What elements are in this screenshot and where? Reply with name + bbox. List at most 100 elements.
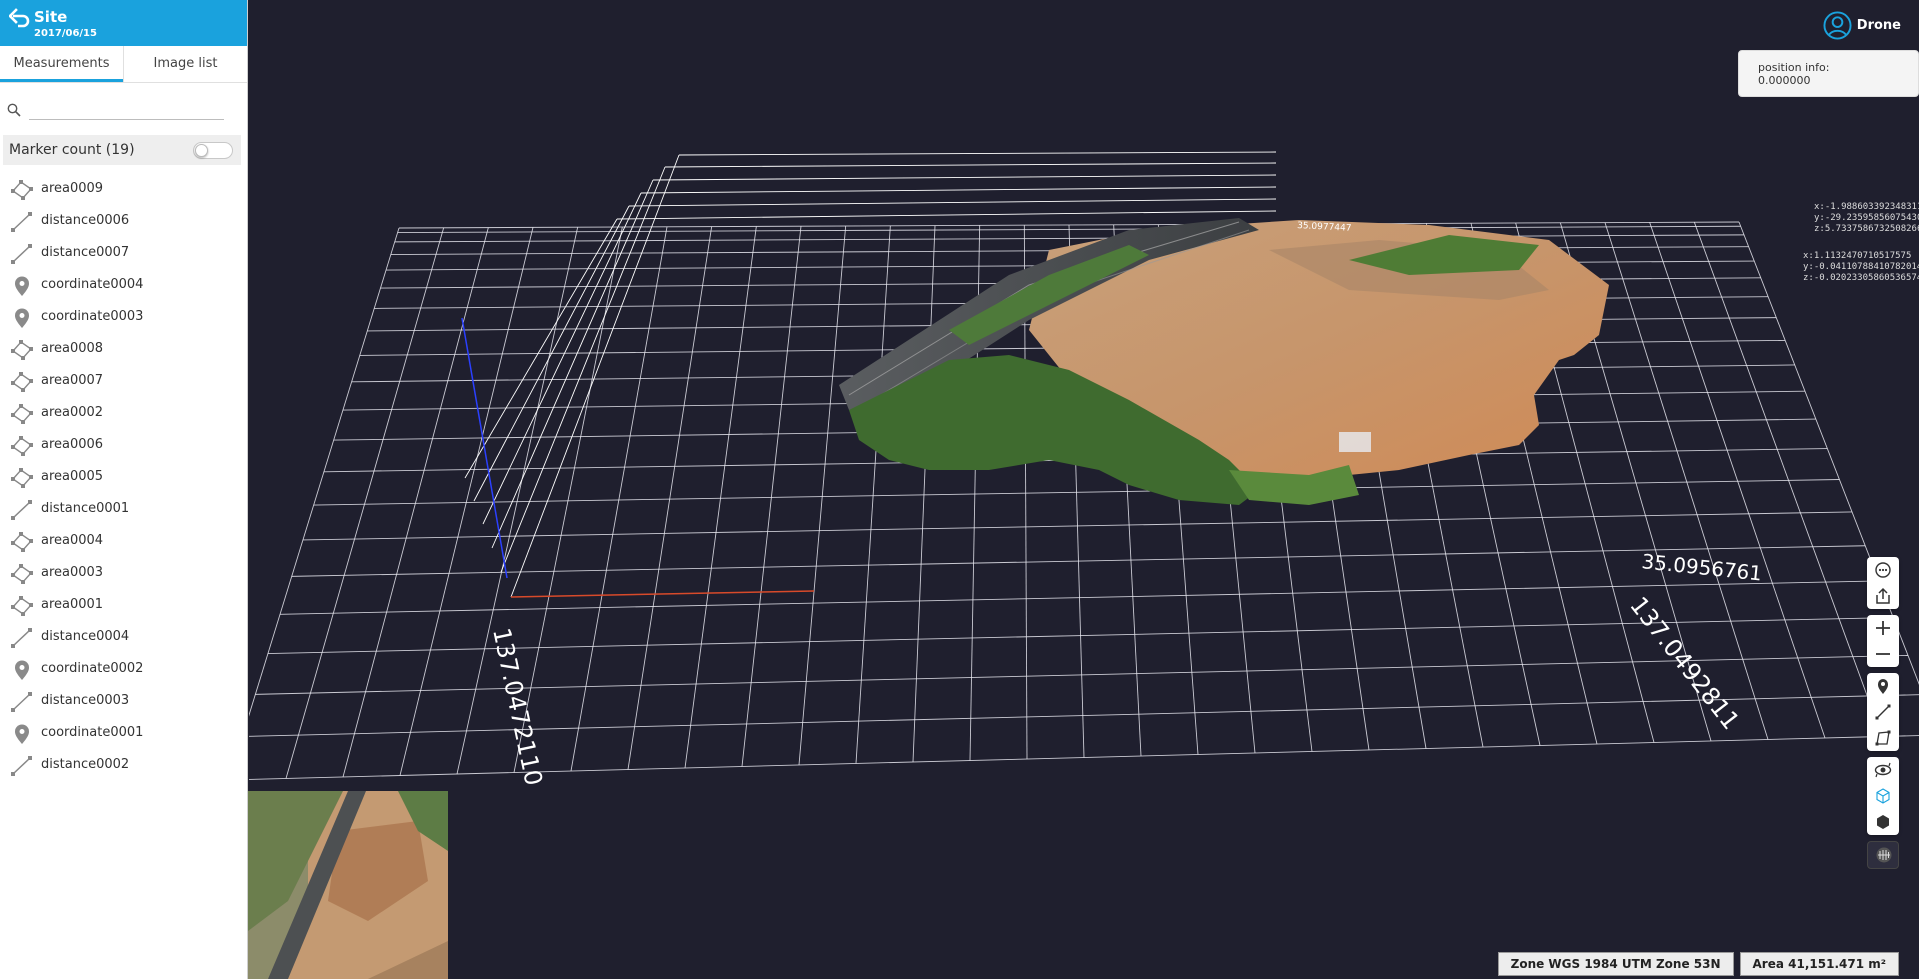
orbit-view-button[interactable] <box>1867 757 1899 783</box>
3d-scene[interactable]: 137.0472110 137.0492811 35.0956761 35.09… <box>249 0 1919 979</box>
area-tool-button[interactable] <box>1867 725 1899 751</box>
more-button[interactable] <box>1867 557 1899 583</box>
y-axis-line <box>461 317 508 579</box>
measurement-item[interactable]: coordinate0004 <box>0 269 247 301</box>
measurement-label: distance0003 <box>41 693 130 708</box>
target-x: x:1.1132470710517575 <box>1803 251 1912 261</box>
toolbar-group-zoom <box>1867 615 1899 667</box>
app-root: Site 2017/06/15 Measurements Image list … <box>0 0 1919 979</box>
measurement-label: area0003 <box>41 565 104 580</box>
3d-viewport[interactable]: 137.0472110 137.0492811 35.0956761 35.09… <box>249 0 1919 979</box>
measurement-label: area0006 <box>41 437 104 452</box>
point-cloud-button[interactable] <box>1868 842 1900 868</box>
measurement-item[interactable]: area0001 <box>0 589 247 621</box>
target-coordinates-readout: x:1.1132470710517575 y:-0.04110788410782… <box>1803 251 1919 284</box>
overview-minimap[interactable] <box>248 791 448 979</box>
distance-tool-icon <box>1875 704 1891 720</box>
orbit-view-icon <box>1874 762 1892 778</box>
distance-icon <box>10 627 34 649</box>
measurement-label: distance0002 <box>41 757 130 772</box>
x-axis-line <box>510 590 815 598</box>
measurement-item[interactable]: distance0003 <box>0 685 247 717</box>
measurement-label: coordinate0004 <box>41 277 144 292</box>
coordinate-zone-badge: Zone WGS 1984 UTM Zone 53N <box>1497 952 1734 976</box>
marker-count-label: Marker count (19) <box>9 142 135 158</box>
export-button[interactable] <box>1867 583 1899 609</box>
solid-view-button[interactable] <box>1867 809 1899 835</box>
guide-line <box>628 198 1277 207</box>
measurement-label: area0008 <box>41 341 104 356</box>
measurement-item[interactable]: area0007 <box>0 365 247 397</box>
wireframe-view-button[interactable] <box>1867 783 1899 809</box>
measurement-label: coordinate0003 <box>41 309 144 324</box>
camera-z: z:5.7337586732508266 <box>1814 224 1919 234</box>
marker-toggle[interactable] <box>193 142 233 159</box>
area-icon <box>10 339 34 361</box>
tab-measurements[interactable]: Measurements <box>0 46 123 82</box>
position-info-panel: position info: 0.000000 <box>1738 50 1919 97</box>
camera-x: x:-1.9886033923483118 <box>1814 202 1919 212</box>
minimap-image <box>248 791 448 979</box>
marker-count-row: Marker count (19) <box>3 135 241 165</box>
measurement-item[interactable]: coordinate0003 <box>0 301 247 333</box>
export-icon <box>1876 587 1890 604</box>
zoom-in-button[interactable] <box>1867 615 1899 641</box>
measurement-item[interactable]: distance0006 <box>0 205 247 237</box>
measurement-item[interactable]: area0004 <box>0 525 247 557</box>
measurement-label: distance0006 <box>41 213 130 228</box>
grid-line <box>741 226 802 767</box>
toolbar-group-general <box>1867 557 1899 609</box>
back-arrow-icon[interactable] <box>9 8 31 28</box>
camera-coordinates-readout: x:-1.9886033923483118 y:-29.235958560754… <box>1814 202 1919 235</box>
measurement-item[interactable]: area0005 <box>0 461 247 493</box>
measurement-item[interactable]: area0002 <box>0 397 247 429</box>
measurement-item[interactable]: area0009 <box>0 173 247 205</box>
zoom-out-icon <box>1876 653 1890 655</box>
user-avatar-icon <box>1823 10 1852 40</box>
measurement-item[interactable]: area0006 <box>0 429 247 461</box>
measurement-label: distance0007 <box>41 245 130 260</box>
cube-wireframe-icon <box>1876 788 1890 804</box>
measurement-item[interactable]: area0008 <box>0 333 247 365</box>
measurement-item[interactable]: area0003 <box>0 557 247 589</box>
coordinate-pin-icon <box>10 659 34 681</box>
guide-line <box>491 179 654 549</box>
user-name: Drone <box>1856 17 1901 33</box>
area-icon <box>10 435 34 457</box>
area-icon <box>10 467 34 489</box>
distance-tool-button[interactable] <box>1867 699 1899 725</box>
measurement-item[interactable]: distance0004 <box>0 621 247 653</box>
measurement-item[interactable]: distance0002 <box>0 749 247 781</box>
area-badge: Area 41,151.471 m² <box>1739 952 1899 976</box>
area-icon <box>10 179 34 201</box>
site-date: 2017/06/15 <box>34 28 97 39</box>
measurement-label: area0004 <box>41 533 104 548</box>
area-icon <box>10 371 34 393</box>
cube-solid-icon <box>1877 815 1889 829</box>
tab-image-list[interactable]: Image list <box>123 46 247 82</box>
distance-icon <box>10 243 34 265</box>
coordinate-pin-icon <box>10 723 34 745</box>
toolbar-group-measure <box>1867 673 1899 751</box>
search-row <box>0 83 247 133</box>
terrain-structure <box>1339 432 1371 452</box>
user-menu[interactable]: Drone <box>1823 10 1901 40</box>
guide-line <box>510 154 680 598</box>
measurement-list: area0009 distance0006 distance0007 coordina… <box>0 173 247 781</box>
zoom-out-button[interactable] <box>1867 641 1899 667</box>
measurement-item[interactable]: coordinate0001 <box>0 717 247 749</box>
measurement-item[interactable]: distance0007 <box>0 237 247 269</box>
coordinate-pin-icon <box>10 307 34 329</box>
guide-line <box>616 210 1277 220</box>
search-input[interactable] <box>29 96 224 120</box>
coordinate-tool-button[interactable] <box>1867 673 1899 699</box>
point-cloud-model <box>839 218 1609 505</box>
measurement-item[interactable]: coordinate0002 <box>0 653 247 685</box>
area-icon <box>10 403 34 425</box>
guide-line <box>640 186 1277 194</box>
measurement-item[interactable]: distance0001 <box>0 493 247 525</box>
sidebar-header: Site 2017/06/15 <box>0 0 247 46</box>
distance-icon <box>10 211 34 233</box>
position-info-value: 0.000000 <box>1758 74 1811 87</box>
grid-line <box>684 226 757 769</box>
